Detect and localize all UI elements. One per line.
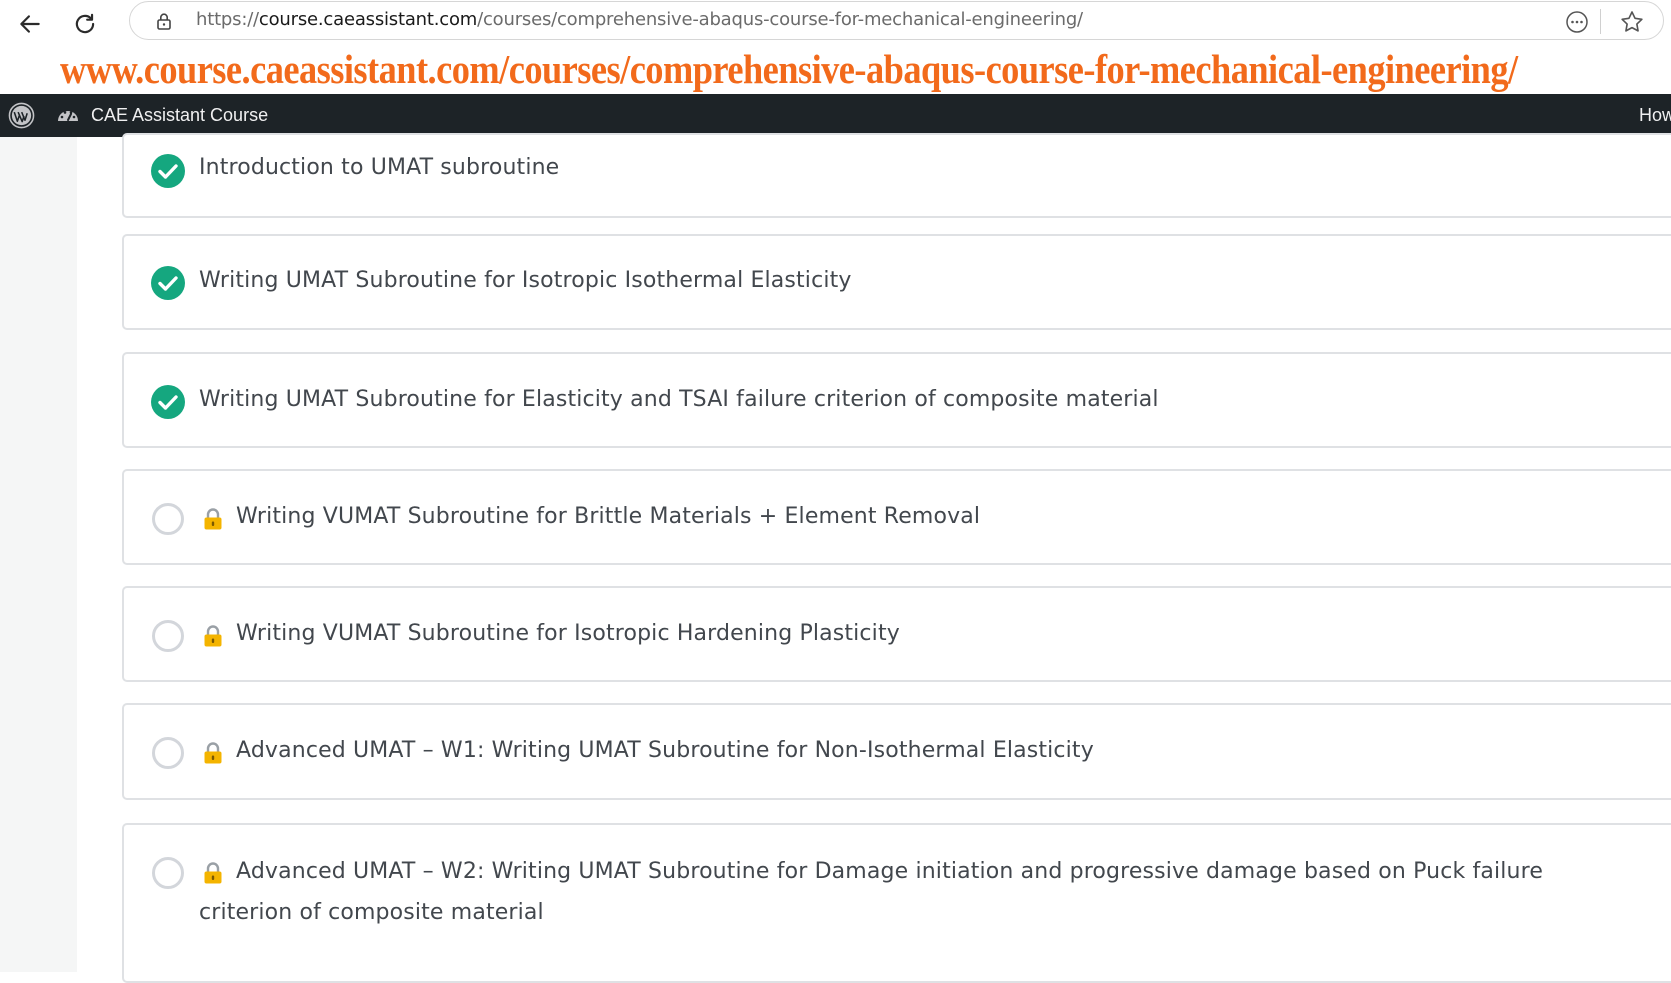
back-button[interactable] xyxy=(12,6,48,42)
address-bar[interactable]: https://course.caeassistant.com/courses/… xyxy=(129,1,1664,40)
lesson-item[interactable]: Writing VUMAT Subroutine for Brittle Mat… xyxy=(122,469,1671,565)
lesson-list: Introduction to UMAT subroutine Writing … xyxy=(122,133,1671,983)
lesson-title[interactable]: Writing VUMAT Subroutine for Brittle Mat… xyxy=(236,504,980,529)
left-gutter xyxy=(0,137,77,972)
more-options-icon[interactable] xyxy=(1565,10,1589,34)
site-name-link[interactable]: CAE Assistant Course xyxy=(91,105,268,126)
lesson-item[interactable]: Advanced UMAT – W1: Writing UMAT Subrout… xyxy=(122,703,1671,800)
dashboard-icon[interactable] xyxy=(56,104,80,126)
lesson-item[interactable]: Advanced UMAT – W2: Writing UMAT Subrout… xyxy=(122,823,1671,983)
incomplete-status-icon xyxy=(152,857,184,889)
lesson-title[interactable]: Writing VUMAT Subroutine for Isotropic H… xyxy=(236,621,900,646)
lesson-item[interactable]: Writing VUMAT Subroutine for Isotropic H… xyxy=(122,586,1671,682)
lesson-title[interactable]: Writing UMAT Subroutine for Isotropic Is… xyxy=(199,268,852,293)
toolbar-divider xyxy=(1600,9,1601,34)
lesson-title[interactable]: Advanced UMAT – W1: Writing UMAT Subrout… xyxy=(236,738,1094,763)
url-protocol: https:// xyxy=(196,9,259,30)
completed-check-icon xyxy=(151,266,185,300)
lock-icon xyxy=(204,625,222,647)
admin-bar-howdy-link[interactable]: How xyxy=(1639,105,1671,126)
favorite-star-icon[interactable] xyxy=(1619,9,1645,35)
url-text[interactable]: https://course.caeassistant.com/courses/… xyxy=(196,9,1083,30)
lock-icon[interactable] xyxy=(154,11,174,31)
lock-icon xyxy=(204,742,222,764)
url-watermark-banner: www.course.caeassistant.com/courses/comp… xyxy=(60,46,1518,92)
lock-icon xyxy=(204,508,222,530)
url-path: /courses/comprehensive-abaqus-course-for… xyxy=(477,9,1083,30)
incomplete-status-icon xyxy=(152,503,184,535)
lesson-item[interactable]: Introduction to UMAT subroutine xyxy=(122,133,1671,218)
completed-check-icon xyxy=(151,154,185,188)
lesson-item[interactable]: Writing UMAT Subroutine for Elasticity a… xyxy=(122,352,1671,448)
wp-admin-bar: CAE Assistant Course How xyxy=(0,94,1671,137)
url-host: course.caeassistant.com xyxy=(258,9,478,30)
lesson-title[interactable]: Writing UMAT Subroutine for Elasticity a… xyxy=(199,387,1159,412)
incomplete-status-icon xyxy=(152,620,184,652)
lesson-item[interactable]: Writing UMAT Subroutine for Isotropic Is… xyxy=(122,234,1671,330)
completed-check-icon xyxy=(151,385,185,419)
reload-button[interactable] xyxy=(67,6,103,42)
browser-toolbar: https://course.caeassistant.com/courses/… xyxy=(0,0,1671,44)
lesson-title[interactable]: Introduction to UMAT subroutine xyxy=(199,155,559,180)
lesson-title[interactable]: Advanced UMAT – W2: Writing UMAT Subrout… xyxy=(199,851,1639,933)
incomplete-status-icon xyxy=(152,737,184,769)
wordpress-logo-icon[interactable] xyxy=(8,102,35,129)
back-arrow-icon xyxy=(20,15,40,33)
reload-icon xyxy=(75,13,95,34)
